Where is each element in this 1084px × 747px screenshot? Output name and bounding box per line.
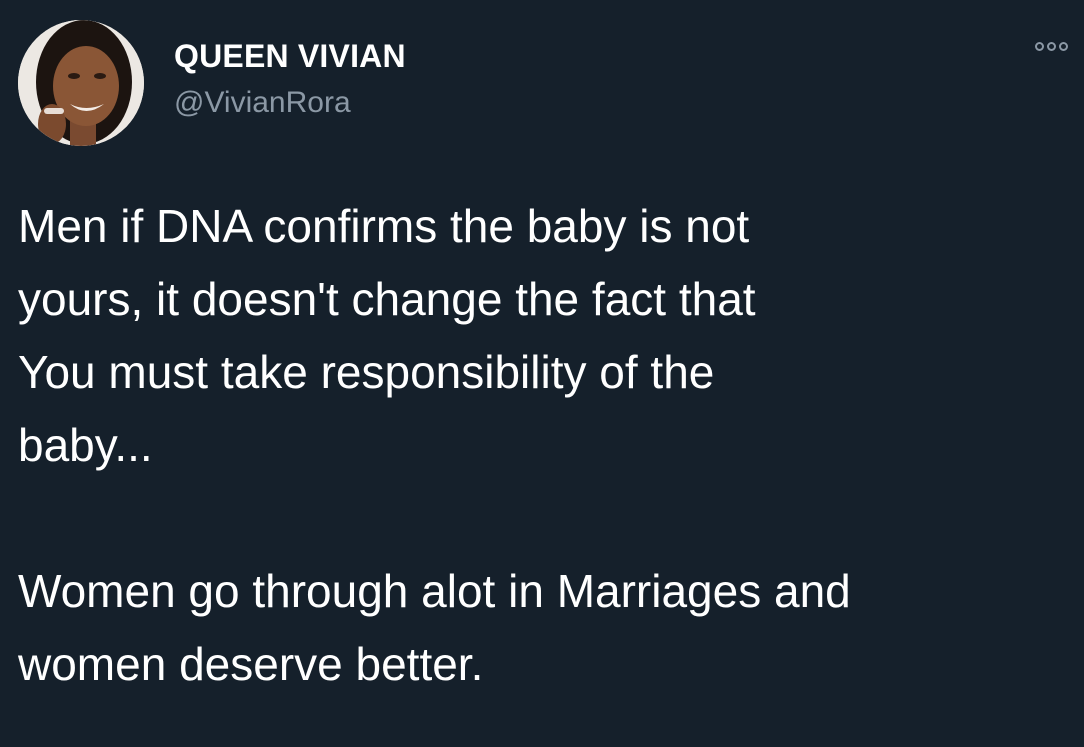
more-options-icon[interactable] [1035,42,1068,51]
avatar[interactable] [18,20,144,146]
display-name[interactable]: QUEEN VIVIAN [174,38,406,74]
user-handle[interactable]: @VivianRora [174,86,406,120]
dot [1035,42,1044,51]
author-info: QUEEN VIVIAN @VivianRora [174,38,406,120]
profile-photo-icon [18,20,144,146]
tweet-card: QUEEN VIVIAN @VivianRora Men if DNA conf… [0,0,1084,747]
dot [1047,42,1056,51]
dot [1059,42,1068,51]
tweet-text: Men if DNA confirms the baby is not your… [18,200,851,690]
